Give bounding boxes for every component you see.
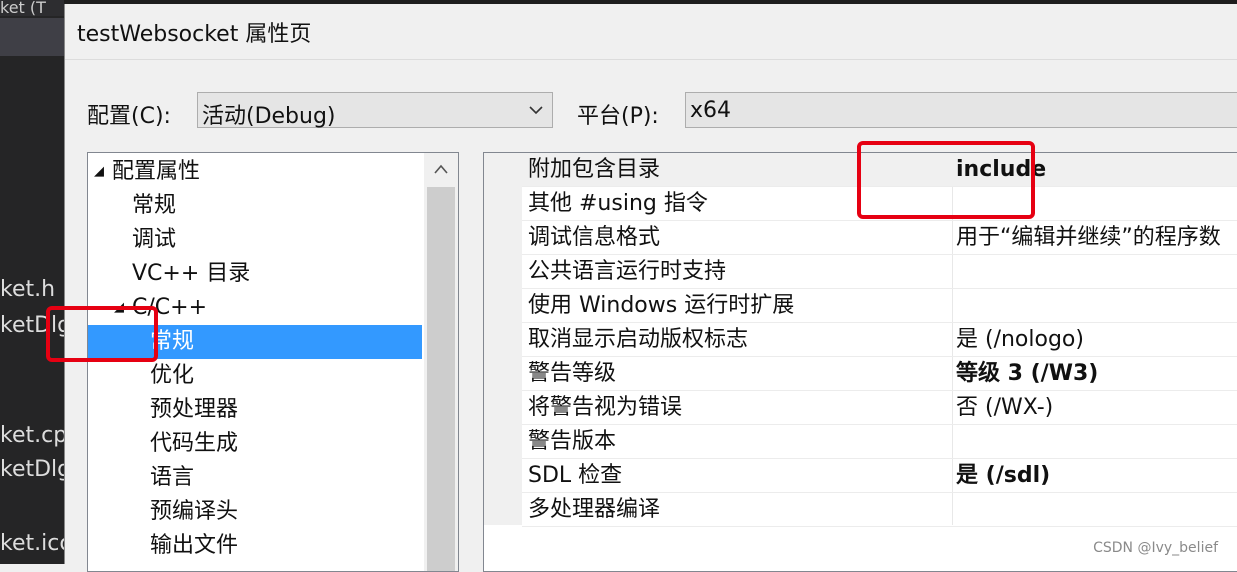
tree-node-label: 语言	[150, 465, 195, 490]
watermark: CSDN @Ivy_belief	[1093, 540, 1218, 556]
platform-label: 平台(P):	[577, 104, 659, 129]
property-row-warning-version[interactable]: 警告版本	[522, 425, 1237, 459]
dialog-title: testWebsocket 属性页	[77, 22, 312, 47]
property-name: 警告版本	[528, 429, 617, 454]
tree-node-debugging[interactable]: 调试	[88, 223, 422, 257]
ide-background-panel: ket (T ket.h ketDlg ket.cp ketDlg ket.ic…	[0, 0, 64, 564]
property-name: 警告等级	[528, 361, 617, 386]
tree-node-label: 预编译头	[150, 499, 239, 524]
property-name: SDL 检查	[528, 463, 623, 488]
property-value[interactable]: 是 (/nologo)	[956, 323, 1084, 357]
property-row-warnings-as-errors[interactable]: 将警告视为错误 否 (/WX-)	[522, 391, 1237, 425]
property-name: 调试信息格式	[528, 225, 661, 250]
tree-node-label: 常规	[132, 193, 177, 218]
property-row-sdl-checks[interactable]: SDL 检查 是 (/sdl)	[522, 459, 1237, 493]
property-value[interactable]: 等级 3 (/W3)	[956, 357, 1098, 391]
property-value[interactable]: 是 (/sdl)	[956, 459, 1050, 493]
ide-tab-title: ket (T	[0, 0, 64, 16]
property-name: 多处理器编译	[528, 497, 661, 522]
property-name: 将警告视为错误	[528, 395, 683, 420]
property-name: 公共语言运行时支持	[528, 259, 727, 284]
expanded-arrow-icon[interactable]: ◢	[94, 155, 104, 189]
property-grid-margin	[484, 153, 522, 525]
tree-node-label: 代码生成	[150, 431, 239, 456]
property-name: 使用 Windows 运行时扩展	[528, 293, 795, 318]
tree-node-label: 输出文件	[150, 533, 239, 558]
property-row-windows-runtime-ext[interactable]: 使用 Windows 运行时扩展	[522, 289, 1237, 323]
tree-node-code-generation[interactable]: 代码生成	[88, 427, 422, 461]
property-row-debug-info-format[interactable]: 调试信息格式 用于“编辑并继续”的程序数	[522, 221, 1237, 255]
tree-node-label: VC++ 目录	[132, 261, 251, 286]
property-pages-dialog: testWebsocket 属性页 配置(C): 活动(Debug) 平台(P)…	[64, 4, 1237, 572]
property-row-clr-support[interactable]: 公共语言运行时支持	[522, 255, 1237, 289]
tree-node-label: 预处理器	[150, 397, 239, 422]
chevron-down-icon	[529, 106, 543, 115]
tree-node-optimization[interactable]: 优化	[88, 359, 422, 393]
tree-node-label: 优化	[150, 363, 195, 388]
scroll-up-icon[interactable]	[432, 163, 450, 175]
ide-file-item[interactable]: ket.cp	[0, 423, 64, 448]
tree-node-preprocessor[interactable]: 预处理器	[88, 393, 422, 427]
configuration-dropdown[interactable]: 活动(Debug)	[197, 92, 553, 129]
property-row-warning-level[interactable]: 警告等级 等级 3 (/W3)	[522, 357, 1237, 391]
configuration-label: 配置(C):	[87, 104, 171, 129]
property-tree[interactable]: ◢ 配置属性 常规 调试 VC++ 目录 ◢ C/C++ 常规 优化 预处理器 …	[87, 152, 459, 572]
annotation-highlight-general	[46, 306, 158, 362]
tree-node-label: 配置属性	[112, 159, 201, 184]
tree-node-language[interactable]: 语言	[88, 461, 422, 495]
configuration-value: 活动(Debug)	[202, 104, 336, 129]
property-value[interactable]: 用于“编辑并继续”的程序数	[956, 221, 1221, 255]
ide-file-item[interactable]: ket.h	[0, 277, 55, 302]
ide-file-item[interactable]: ket.icc	[0, 531, 64, 556]
platform-dropdown[interactable]: x64	[685, 92, 1237, 128]
tree-node-general[interactable]: 常规	[88, 189, 422, 223]
property-value[interactable]: 否 (/WX-)	[956, 391, 1053, 425]
property-name: 附加包含目录	[528, 157, 661, 182]
annotation-highlight-include	[857, 141, 1035, 219]
ide-selected-row	[0, 18, 64, 56]
tree-node-vc-directories[interactable]: VC++ 目录	[88, 257, 422, 291]
scrollbar-thumb[interactable]	[427, 187, 455, 571]
tree-node-output-files[interactable]: 输出文件	[88, 529, 422, 563]
title-separator	[65, 59, 1237, 60]
property-row-suppress-banner[interactable]: 取消显示启动版权标志 是 (/nologo)	[522, 323, 1237, 357]
property-name: 取消显示启动版权标志	[528, 327, 749, 352]
tree-node-label: 调试	[132, 227, 177, 252]
property-row-multiprocessor-compile[interactable]: 多处理器编译	[522, 493, 1237, 527]
tree-node-configuration-properties[interactable]: ◢ 配置属性	[88, 155, 422, 189]
ide-file-item[interactable]: ketDlg	[0, 457, 64, 482]
tree-scrollbar[interactable]	[424, 153, 458, 571]
tree-node-precompiled-headers[interactable]: 预编译头	[88, 495, 422, 529]
platform-value: x64	[690, 98, 732, 123]
property-name: 其他 #using 指令	[528, 191, 708, 216]
